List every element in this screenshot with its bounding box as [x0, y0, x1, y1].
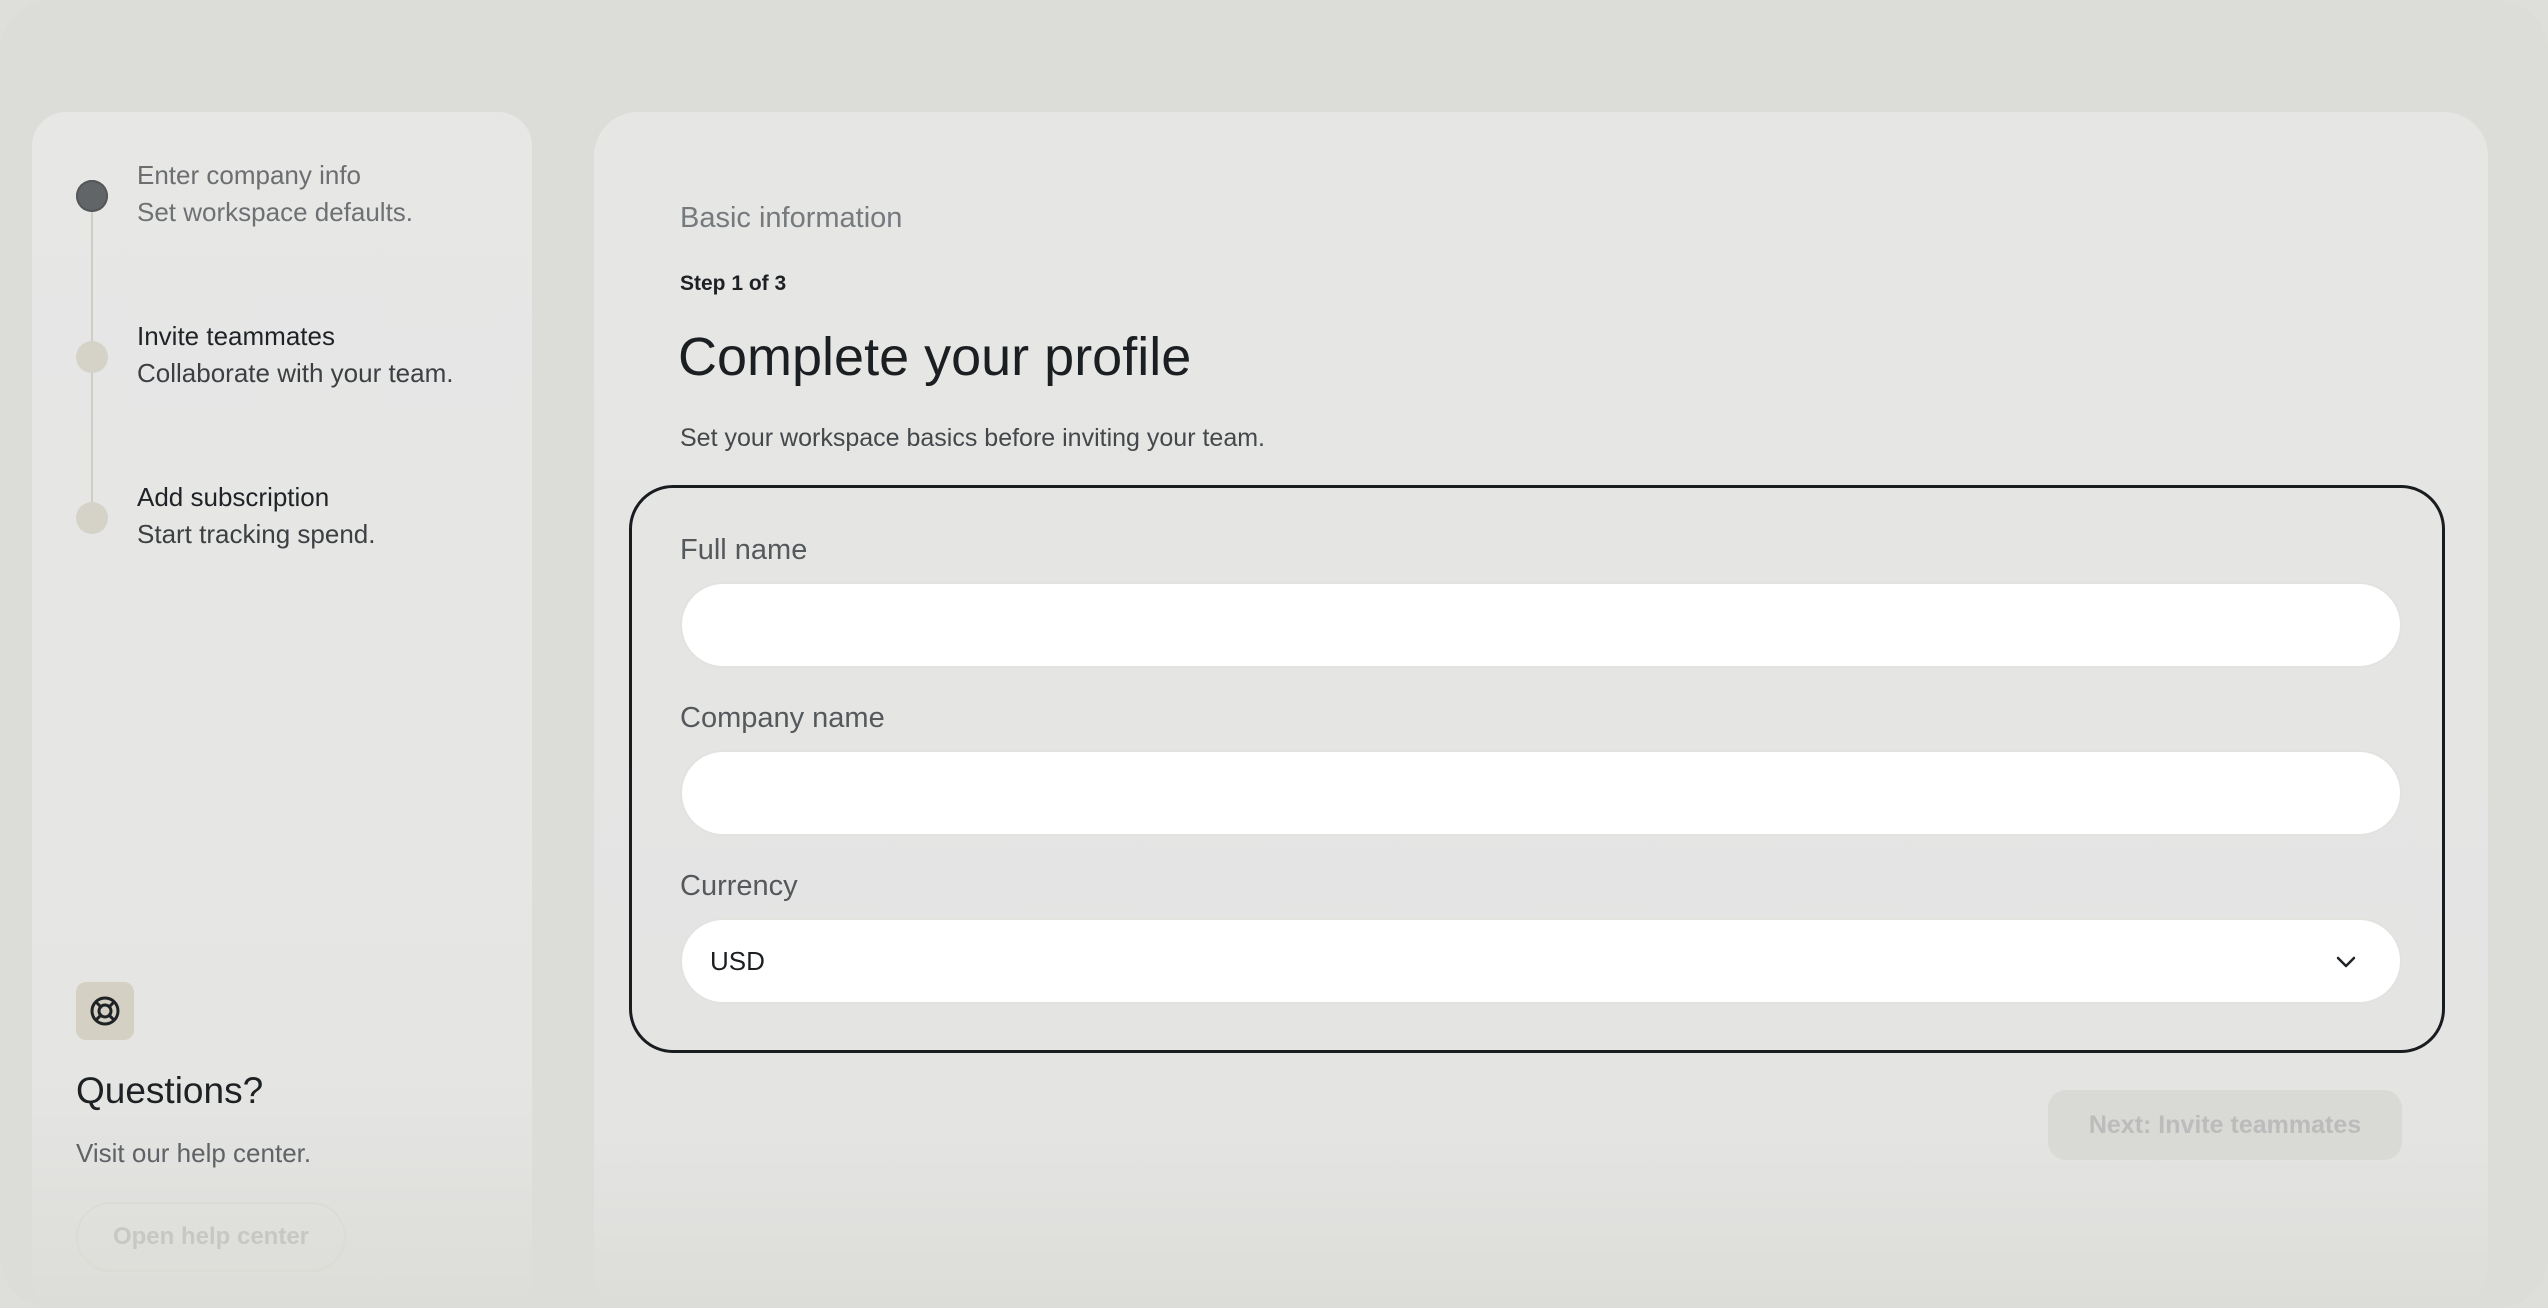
window-top-bar	[0, 0, 2548, 90]
page-subtitle: Set your workspace basics before invitin…	[680, 424, 1265, 452]
step-indicator	[76, 502, 108, 534]
full-name-input[interactable]	[680, 582, 2402, 668]
step-counter: Step 1 of 3	[680, 272, 787, 295]
open-help-center-button[interactable]: Open help center	[76, 1202, 346, 1272]
currency-label: Currency	[680, 870, 798, 902]
step-subtitle: Set workspace defaults.	[137, 197, 414, 227]
currency-select[interactable]: USD	[680, 918, 2402, 1004]
step-subtitle: Start tracking spend.	[137, 519, 376, 549]
section-label: Basic information	[680, 202, 903, 234]
step-indicator-current	[76, 180, 108, 212]
next-invite-teammates-button[interactable]: Next: Invite teammates	[2048, 1090, 2402, 1160]
step-company-info[interactable]: Enter company info Set workspace default…	[76, 160, 516, 240]
company-name-label: Company name	[680, 702, 885, 734]
step-indicator	[76, 341, 108, 373]
full-name-label: Full name	[680, 534, 808, 566]
step-title: Add subscription	[137, 482, 330, 512]
step-title: Enter company info	[137, 160, 362, 190]
step-add-subscription[interactable]: Add subscription Start tracking spend.	[76, 482, 516, 562]
help-title: Questions?	[76, 1070, 264, 1111]
chevron-down-icon	[2336, 956, 2356, 968]
company-name-input[interactable]	[680, 750, 2402, 836]
lifebuoy-icon	[76, 982, 134, 1040]
app-window: Enter company info Set workspace default…	[0, 0, 2548, 1308]
help-subtitle: Visit our help center.	[76, 1138, 312, 1168]
currency-selected-value: USD	[710, 946, 765, 976]
step-title: Invite teammates	[137, 321, 335, 351]
step-subtitle: Collaborate with your team.	[137, 358, 454, 388]
step-invite-teammates[interactable]: Invite teammates Collaborate with your t…	[76, 321, 516, 401]
sidebar	[32, 112, 532, 1308]
page-title: Complete your profile	[678, 327, 1192, 387]
